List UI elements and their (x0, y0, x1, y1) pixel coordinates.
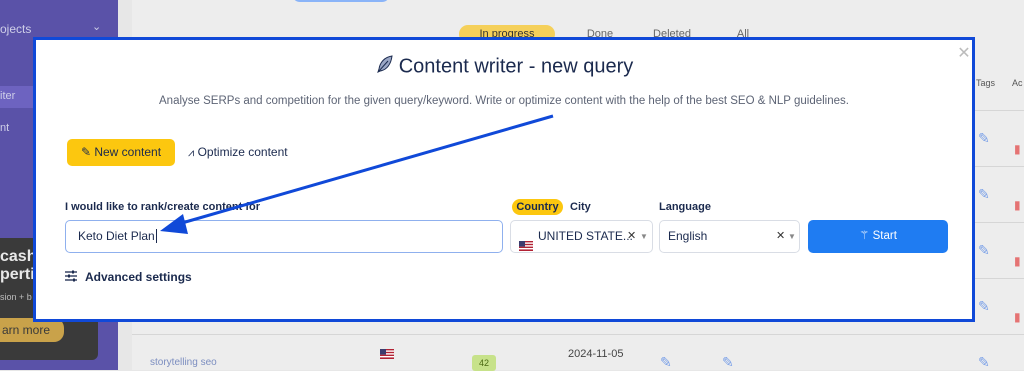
modal-subtitle: Analyse SERPs and competition for the gi… (159, 95, 849, 107)
pencil-icon: ✎ (80, 145, 91, 159)
chart-icon: ⩘ (188, 147, 195, 159)
score-badge: 42 (472, 355, 496, 371)
edit-icon[interactable]: ✎ (978, 298, 990, 315)
query-label: I would like to rank/create content for (65, 201, 260, 213)
language-select[interactable]: English ✕ ▼ (659, 220, 800, 253)
magic-wand-icon: ⚚ (859, 230, 870, 242)
top-button[interactable] (292, 0, 390, 2)
new-query-modal: ✕ Content writer - new query Analyse SER… (33, 37, 975, 322)
advanced-settings-label: Advanced settings (85, 270, 192, 284)
trash-icon[interactable]: ▮ (1014, 310, 1021, 324)
chevron-down-icon: ⌄ (92, 21, 102, 33)
sliders-icon (65, 269, 77, 287)
feather-icon (375, 54, 395, 80)
city-label[interactable]: City (570, 201, 591, 213)
start-button[interactable]: ⚚ Start (808, 220, 948, 253)
table-row-query[interactable]: storytelling seo (150, 357, 217, 368)
chevron-down-icon[interactable]: ▼ (788, 221, 796, 252)
chevron-down-icon[interactable]: ▼ (640, 221, 648, 252)
new-content-label: New content (94, 145, 162, 159)
edit-icon[interactable]: ✎ (978, 130, 990, 147)
language-value: English (668, 229, 708, 243)
trash-icon[interactable]: ▮ (1014, 198, 1021, 212)
edit-icon[interactable]: ✎ (722, 354, 734, 371)
optimize-content-tab[interactable]: ⩘ Optimize content (188, 139, 288, 166)
clear-icon[interactable]: ✕ (627, 221, 636, 252)
edit-icon[interactable]: ✎ (978, 242, 990, 259)
clear-icon[interactable]: ✕ (776, 221, 785, 252)
modal-title: Content writer - new query (36, 54, 972, 80)
trash-icon[interactable]: ▮ (1014, 254, 1021, 268)
column-header-actions: Ac (1012, 78, 1023, 88)
us-flag-icon (380, 349, 394, 362)
new-content-tab[interactable]: ✎ New content (67, 139, 175, 166)
start-label: Start (872, 230, 897, 242)
sidebar-item-content[interactable]: nt (0, 122, 9, 134)
advanced-settings-toggle[interactable]: Advanced settings (65, 268, 192, 286)
query-input-value: Keto Diet Plan (78, 229, 155, 243)
promo-text: sion + b (0, 292, 32, 302)
edit-icon[interactable]: ✎ (660, 354, 672, 371)
edit-icon[interactable]: ✎ (978, 186, 990, 203)
language-label: Language (659, 201, 711, 213)
country-badge[interactable]: Country (512, 199, 563, 215)
edit-icon[interactable]: ✎ (978, 354, 990, 371)
query-input[interactable]: Keto Diet Plan (65, 220, 503, 253)
sidebar-item-writer[interactable]: iter (0, 90, 15, 102)
column-header-tags[interactable]: Tags (976, 78, 995, 88)
country-value: UNITED STATE... (538, 229, 633, 243)
table-divider (132, 334, 1024, 335)
optimize-content-label: Optimize content (197, 145, 288, 159)
country-select[interactable]: UNITED STATE... ✕ ▼ (510, 220, 653, 253)
table-row-date: 2024-11-05 (568, 348, 624, 360)
sidebar-item-label: ojects (0, 22, 32, 36)
us-flag-icon (519, 232, 533, 251)
trash-icon[interactable]: ▮ (1014, 142, 1021, 156)
